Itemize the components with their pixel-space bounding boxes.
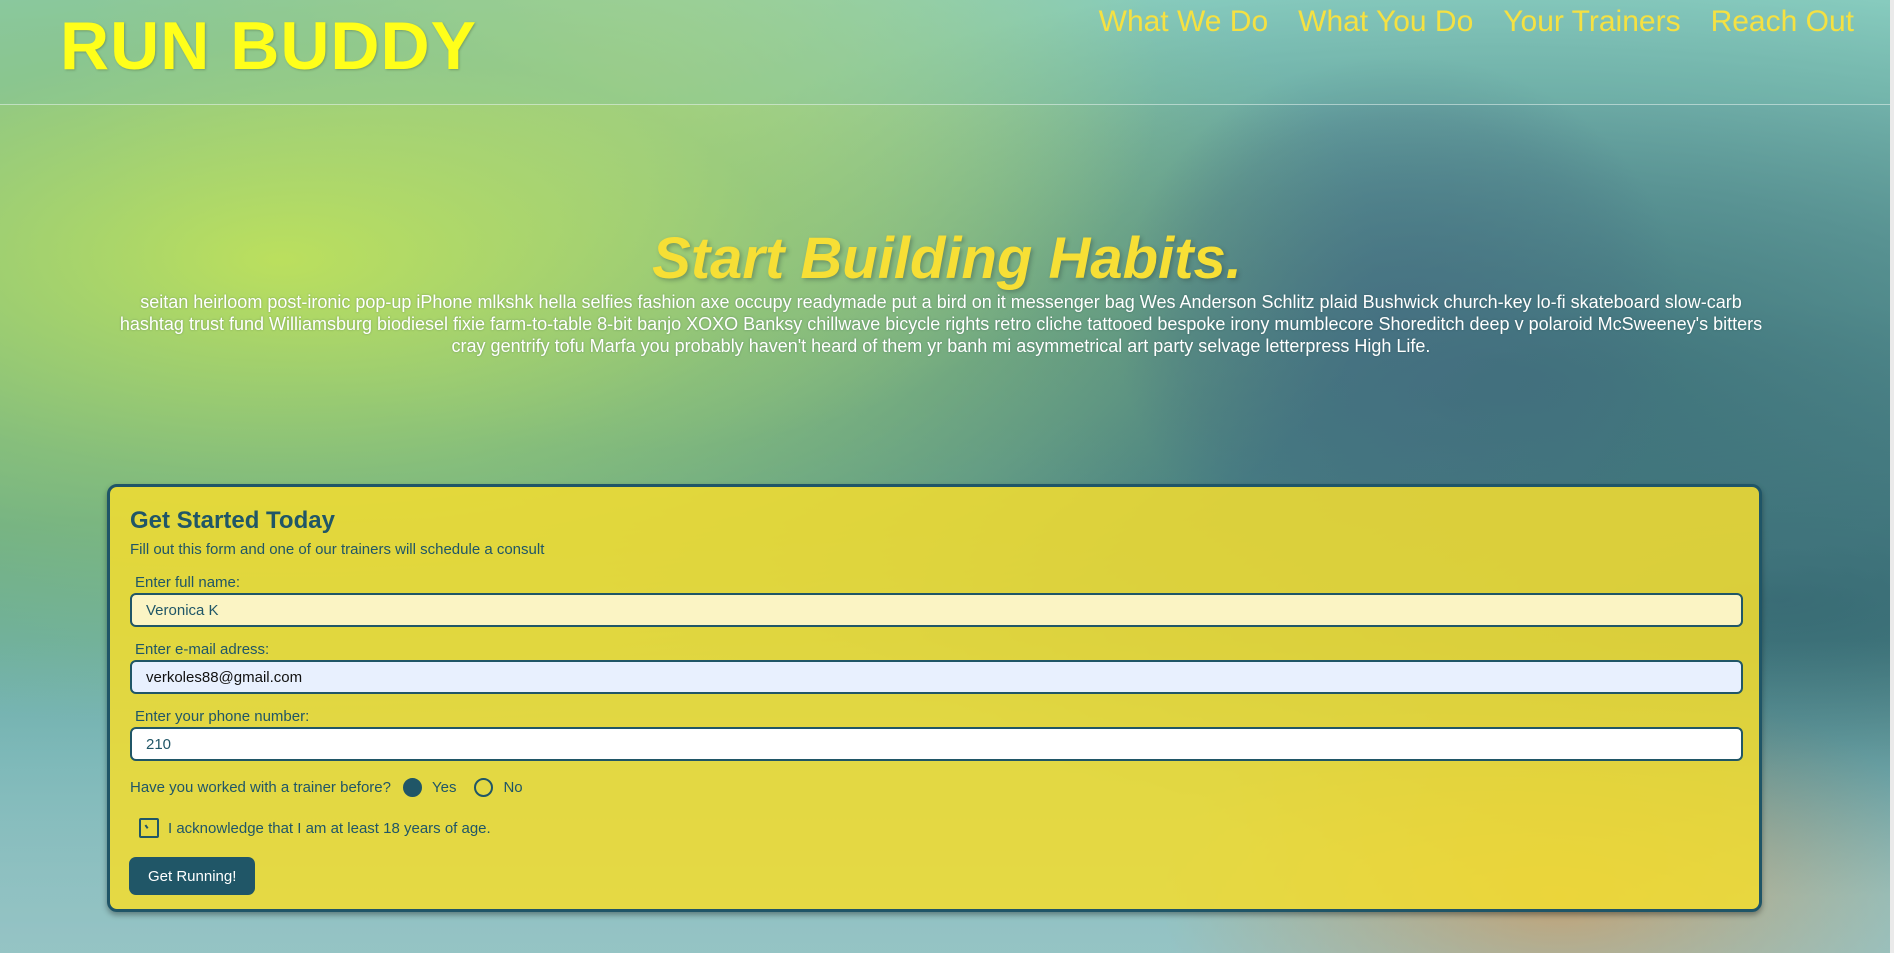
- phone-field[interactable]: [130, 727, 1743, 761]
- main-nav: What We Do What You Do Your Trainers Rea…: [1099, 4, 1854, 40]
- phone-label: Enter your phone number:: [135, 708, 310, 725]
- age-checkbox[interactable]: [139, 818, 159, 838]
- radio-yes[interactable]: [402, 778, 422, 797]
- get-started-form: Get Started Today Fill out this form and…: [107, 484, 1762, 912]
- site-logo[interactable]: RUN BUDDY: [60, 8, 477, 84]
- name-label: Enter full name:: [135, 574, 241, 591]
- site-header: RUN BUDDY What We Do What You Do Your Tr…: [0, 0, 1890, 105]
- trainer-question-row: Have you worked with a trainer before? Y…: [130, 778, 523, 797]
- trainer-question: Have you worked with a trainer before?: [130, 779, 391, 796]
- nav-what-you-do[interactable]: What You Do: [1298, 4, 1473, 40]
- form-title: Get Started Today: [130, 507, 335, 534]
- page-scrollbar[interactable]: [1890, 0, 1894, 953]
- radio-yes-label[interactable]: Yes: [432, 779, 456, 796]
- nav-reach-out[interactable]: Reach Out: [1711, 4, 1854, 40]
- email-field[interactable]: [130, 660, 1743, 694]
- nav-what-we-do[interactable]: What We Do: [1099, 4, 1269, 40]
- age-acknowledge-row: I acknowledge that I am at least 18 year…: [139, 818, 491, 838]
- form-subtitle: Fill out this form and one of our traine…: [130, 541, 545, 558]
- get-running-button[interactable]: Get Running!: [129, 857, 256, 895]
- radio-no-label[interactable]: No: [503, 779, 522, 796]
- age-acknowledge-label[interactable]: I acknowledge that I am at least 18 year…: [168, 820, 491, 837]
- nav-your-trainers[interactable]: Your Trainers: [1503, 4, 1680, 40]
- email-label: Enter e-mail adress:: [135, 641, 270, 658]
- hero-description: seitan heirloom post-ironic pop-up iPhon…: [119, 292, 1763, 356]
- radio-no[interactable]: [474, 778, 494, 797]
- hero-title: Start Building Habits.: [652, 226, 1242, 291]
- name-field[interactable]: [130, 593, 1743, 627]
